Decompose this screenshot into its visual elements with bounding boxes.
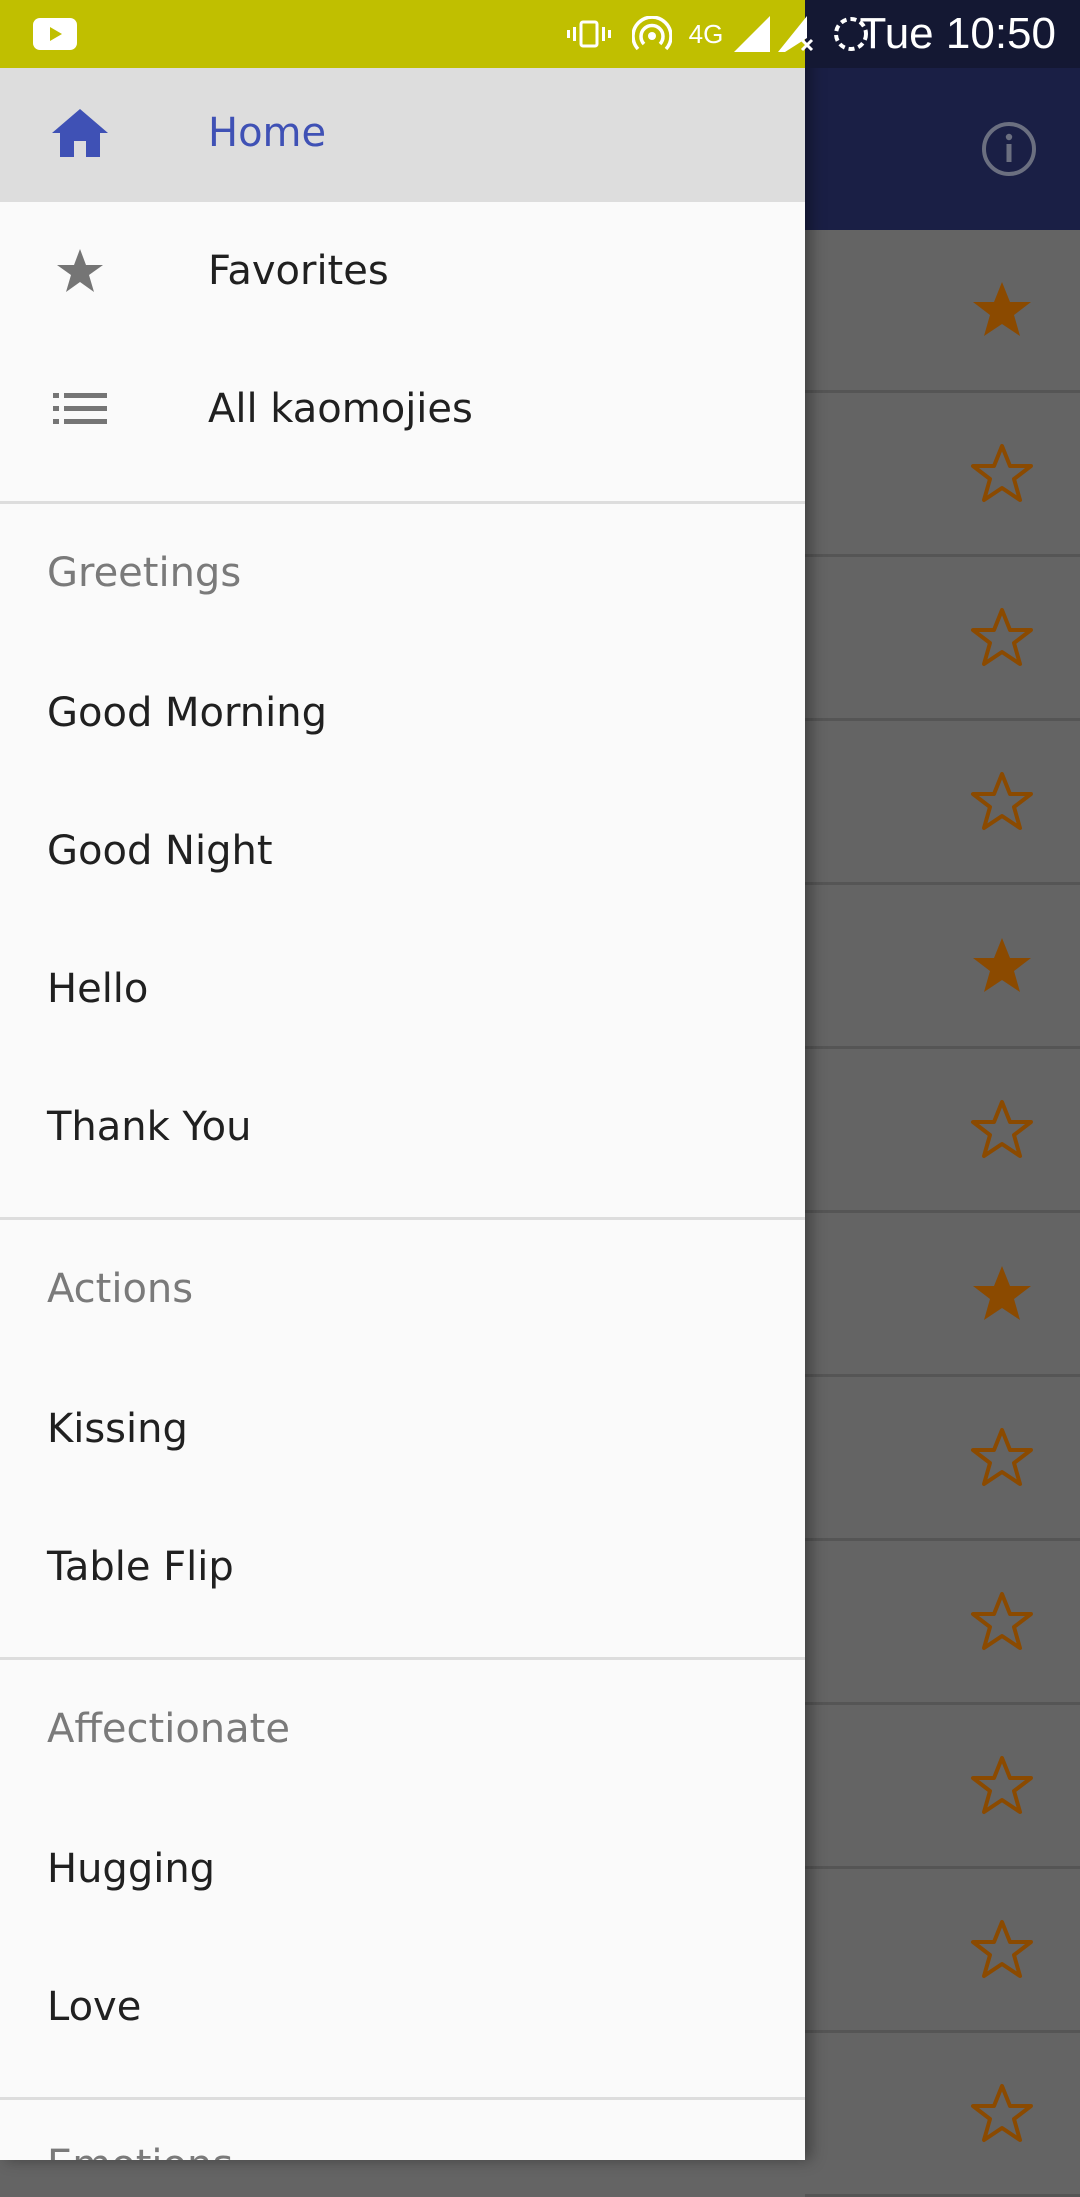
star-filled-icon[interactable]: [970, 1262, 1034, 1326]
drawer-divider: [0, 501, 805, 504]
star-outline-icon[interactable]: [970, 442, 1034, 506]
nav-item-favorites[interactable]: Favorites: [0, 202, 805, 340]
category-label: Table Flip: [47, 1544, 234, 1590]
nav-item-label: Favorites: [208, 248, 389, 294]
star-filled-icon[interactable]: [970, 278, 1034, 342]
kaomoji-list-row[interactable]: [805, 558, 1080, 721]
star-icon: [48, 239, 112, 303]
vibrate-icon: [566, 0, 612, 68]
nav-item-label: Home: [208, 110, 327, 156]
kaomoji-list-row[interactable]: [805, 394, 1080, 557]
category-label: Good Night: [47, 828, 273, 874]
category-item-good-night[interactable]: Good Night: [0, 782, 805, 920]
signal-icon: [732, 0, 772, 68]
star-outline-icon[interactable]: [970, 1918, 1034, 1982]
kaomoji-list-row[interactable]: [805, 1050, 1080, 1213]
category-item-hugging[interactable]: Hugging: [0, 1800, 805, 1938]
kaomoji-list-row[interactable]: [805, 1378, 1080, 1541]
app-toolbar: [805, 68, 1080, 230]
kaomoji-list-row[interactable]: [805, 886, 1080, 1049]
kaomoji-list-row[interactable]: [805, 1214, 1080, 1377]
star-outline-icon[interactable]: [970, 1590, 1034, 1654]
kaomoji-list: [805, 230, 1080, 2197]
navigation-drawer: Home Favorites All kaomojies Greetings G…: [0, 0, 805, 2160]
drawer-divider: [0, 1217, 805, 1220]
section-header-emotions: Emotions: [47, 2142, 233, 2160]
status-bar: 4G Tue 10:50: [0, 0, 1080, 68]
category-label: Hugging: [47, 1846, 216, 1892]
category-item-kissing[interactable]: Kissing: [0, 1360, 805, 1498]
hotspot-icon: [630, 0, 674, 68]
category-item-thank-you[interactable]: Thank You: [0, 1058, 805, 1196]
star-filled-icon[interactable]: [970, 934, 1034, 998]
drawer-divider: [0, 1657, 805, 1660]
category-item-table-flip[interactable]: Table Flip: [0, 1498, 805, 1636]
section-header-affectionate: Affectionate: [47, 1706, 290, 1752]
section-header-greetings: Greetings: [47, 550, 242, 596]
kaomoji-list-row[interactable]: [805, 2034, 1080, 2197]
star-outline-icon[interactable]: [970, 1426, 1034, 1490]
nav-item-label: All kaomojies: [208, 386, 473, 432]
section-header-actions: Actions: [47, 1266, 194, 1312]
status-bar-time: Tue 10:50: [859, 9, 1056, 58]
star-outline-icon[interactable]: [970, 606, 1034, 670]
category-label: Love: [47, 1984, 142, 2030]
category-label: Thank You: [47, 1104, 252, 1150]
nav-item-home[interactable]: Home: [0, 64, 805, 202]
nav-item-all-kaomojies[interactable]: All kaomojies: [0, 340, 805, 478]
star-outline-icon[interactable]: [970, 770, 1034, 834]
info-icon[interactable]: [980, 120, 1038, 178]
kaomoji-list-row[interactable]: [805, 230, 1080, 393]
category-label: Kissing: [47, 1406, 188, 1452]
category-item-hello[interactable]: Hello: [0, 920, 805, 1058]
kaomoji-list-row[interactable]: [805, 722, 1080, 885]
category-label: Good Morning: [47, 690, 327, 736]
category-label: Hello: [47, 966, 149, 1012]
drawer-divider: [0, 2097, 805, 2100]
category-item-good-morning[interactable]: Good Morning: [0, 644, 805, 782]
kaomoji-list-row[interactable]: [805, 1706, 1080, 1869]
signal-no-data-icon: [776, 0, 816, 68]
star-outline-icon[interactable]: [970, 1098, 1034, 1162]
star-outline-icon[interactable]: [970, 1754, 1034, 1818]
kaomoji-list-row[interactable]: [805, 1870, 1080, 2033]
list-icon: [48, 377, 112, 441]
star-outline-icon[interactable]: [970, 2082, 1034, 2146]
home-icon: [48, 101, 112, 165]
category-item-love[interactable]: Love: [0, 1938, 805, 2076]
status-bar-left-bg: [0, 0, 805, 68]
kaomoji-list-row[interactable]: [805, 1542, 1080, 1705]
network-type-label: 4G: [688, 18, 724, 49]
youtube-icon: [32, 0, 78, 68]
